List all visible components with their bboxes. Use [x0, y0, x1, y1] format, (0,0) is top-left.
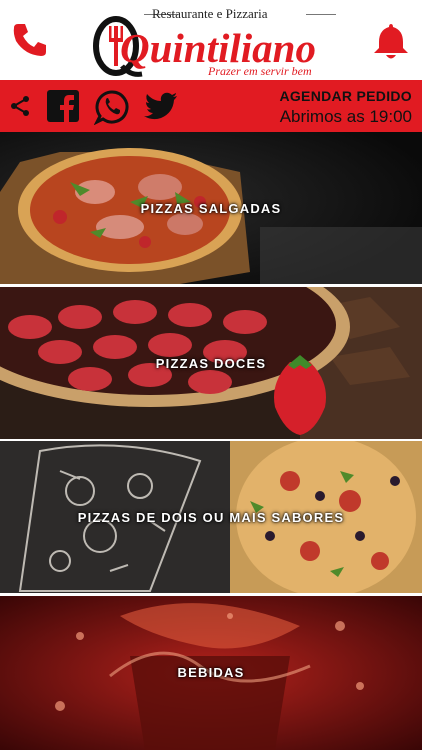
whatsapp-icon[interactable]: [94, 89, 130, 125]
action-bar: AGENDAR PEDIDO Abrimos as 19:00: [0, 80, 422, 132]
category-pizzas-salgadas[interactable]: PIZZAS SALGADAS: [0, 132, 422, 284]
category-label: PIZZAS DE DOIS OU MAIS SABORES: [77, 509, 345, 525]
logo-slogan: Prazer em servir bem: [208, 64, 312, 78]
category-pizzas-doces[interactable]: PIZZAS DOCES: [0, 287, 422, 439]
category-pizzas-dois-sabores[interactable]: PIZZAS DE DOIS OU MAIS SABORES: [0, 441, 422, 593]
bell-icon[interactable]: [370, 20, 412, 62]
phone-icon[interactable]: [10, 20, 50, 60]
category-label: PIZZAS SALGADAS: [140, 200, 282, 216]
logo-tagline: Restaurante e Pizzaria: [152, 6, 268, 21]
schedule-order-label: AGENDAR PEDIDO: [279, 88, 412, 104]
category-label: BEBIDAS: [177, 664, 245, 680]
schedule-order-button[interactable]: AGENDAR PEDIDO Abrimos as 19:00: [279, 88, 412, 127]
share-icon[interactable]: [8, 94, 32, 118]
twitter-icon[interactable]: [144, 92, 178, 122]
restaurant-logo: Restaurante e Pizzaria Quintiliano Praze…: [86, 4, 340, 80]
opening-time-text: Abrimos as 19:00: [279, 107, 412, 126]
category-label: PIZZAS DOCES: [155, 355, 267, 371]
category-bebidas[interactable]: BEBIDAS: [0, 596, 422, 750]
app-header: Restaurante e Pizzaria Quintiliano Praze…: [0, 0, 422, 80]
facebook-icon[interactable]: [46, 89, 80, 123]
logo-divider-right: [306, 14, 336, 15]
